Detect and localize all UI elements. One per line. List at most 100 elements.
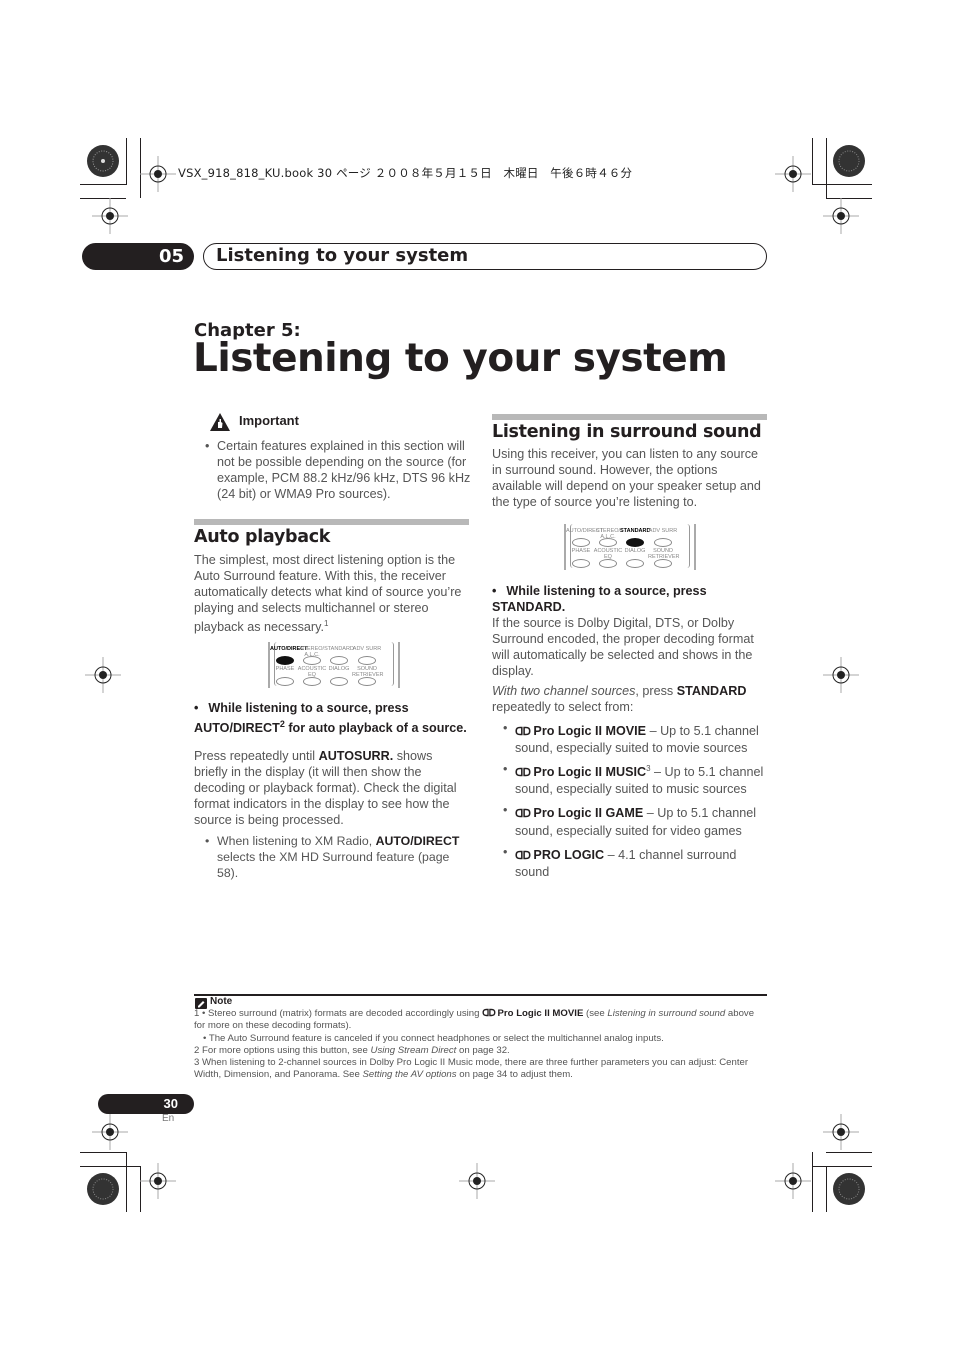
section-divider-bar (492, 414, 767, 420)
listening-mode-item: ᗡᗞ PRO LOGIC – 4.1 channel surround soun… (501, 844, 769, 880)
remote-button (572, 559, 590, 568)
button-name: STANDARD (676, 684, 747, 698)
crop-line (826, 138, 827, 198)
mode-name: Pro Logic II MOVIE (533, 724, 647, 739)
dolby-logo-icon: ᗡᗞ (515, 767, 531, 780)
crosshair-mark-icon (823, 657, 859, 693)
section-heading-auto-playback: Auto playback (194, 527, 331, 547)
remote-button (330, 656, 348, 665)
section-heading-surround: Listening in surround sound (492, 422, 762, 442)
remote-button (654, 538, 672, 547)
remote-button (626, 538, 644, 547)
listening-mode-item: ᗡᗞ Pro Logic II GAME – Up to 5.1 channel… (501, 802, 769, 838)
note-heading: Note (194, 996, 767, 1009)
crop-line (126, 1152, 127, 1212)
page-number: 30 (98, 1094, 194, 1114)
bullet-dot: • (492, 584, 497, 598)
italic-text: With two channel sources (492, 684, 636, 698)
remote-button-label: STANDARD (324, 646, 354, 652)
section-divider-bar (194, 519, 469, 525)
text: 2 For more options using this button, se… (194, 1044, 371, 1056)
important-heading: Important (239, 413, 299, 428)
text: on page 34 to adjust them. (456, 1069, 573, 1081)
auto-playback-instruction: • While listening to a source, press AUTO… (194, 700, 469, 736)
instruction-text: While listening to a source, press STAND… (492, 584, 707, 614)
mode-name: Pro Logic II MOVIE (497, 1008, 584, 1020)
registration-star-icon (833, 1173, 865, 1205)
auto-playback-body: The simplest, most direct listening opti… (194, 552, 469, 635)
registration-star-icon (87, 145, 119, 177)
remote-button-label: DIALOG (328, 666, 350, 672)
crop-line (812, 184, 872, 185)
text: (see (583, 1008, 608, 1020)
crosshair-mark-icon (775, 156, 811, 192)
xm-radio-note: When listening to XM Radio, AUTO/DIRECT … (203, 833, 471, 881)
footnote-1a: 1 • Stereo surround (matrix) formats are… (194, 1008, 767, 1032)
remote-button (330, 677, 348, 686)
instruction-text: for auto playback of a source. (284, 721, 467, 736)
registration-star-icon (87, 1173, 119, 1205)
cross-reference[interactable]: Setting the AV options (363, 1069, 457, 1080)
crosshair-mark-icon (140, 156, 176, 192)
crosshair-mark-icon (92, 198, 128, 234)
remote-button (626, 559, 644, 568)
xm-radio-bullet: When listening to XM Radio, AUTO/DIRECT … (203, 833, 471, 881)
text: repeatedly to select from: (492, 700, 634, 714)
footnote-1b: • The Auto Surround feature is canceled … (203, 1032, 664, 1044)
remote-button (276, 677, 294, 686)
dolby-logo-icon: ᗡᗞ (515, 726, 531, 739)
remote-button (599, 538, 617, 547)
mode-name: Pro Logic II MUSIC (533, 765, 647, 780)
crosshair-mark-icon (775, 1163, 811, 1199)
text: on page 32. (456, 1044, 510, 1056)
important-bullet: Certain features explained in this secti… (203, 438, 471, 502)
crosshair-mark-icon (140, 1163, 176, 1199)
footnote-2: 2 For more options using this button, se… (194, 1045, 767, 1057)
dolby-logo-icon: ᗡᗞ (482, 1008, 496, 1020)
remote-button (599, 559, 617, 568)
bullet-dot: • (194, 701, 199, 715)
two-channel-intro: With two channel sources, press STANDARD… (492, 683, 767, 715)
note-pencil-icon (195, 998, 207, 1009)
crosshair-mark-icon (823, 1114, 859, 1150)
surround-body: Using this receiver, you can listen to a… (492, 447, 761, 509)
bullet-text: When listening to XM Radio, (217, 834, 376, 848)
text: 1 • Stereo surround (matrix) formats are… (194, 1008, 483, 1020)
cross-reference[interactable]: Using Stream Direct (371, 1045, 457, 1056)
crop-line (126, 138, 127, 184)
remote-button (303, 677, 321, 686)
surround-detail: If the source is Dolby Digital, DTS, or … (492, 616, 754, 678)
listening-mode-item: ᗡᗞ Pro Logic II MOVIE – Up to 5.1 channe… (501, 720, 769, 756)
cross-reference[interactable]: Listening in surround sound (607, 1008, 725, 1019)
crosshair-mark-icon (823, 198, 859, 234)
auto-playback-detail: Press repeatedly until AUTOSURR. shows b… (194, 748, 469, 828)
chapter-tab-title: Listening to your system (216, 245, 469, 266)
crop-line (812, 1152, 813, 1212)
display-label: AUTOSURR. (318, 749, 394, 763)
remote-button-label: AUTO/DIRECT (270, 646, 308, 652)
button-name: AUTO/DIRECT (375, 834, 460, 848)
remote-button (276, 656, 294, 665)
text: , press (635, 684, 677, 698)
bullet-text: selects the XM HD Surround feature (page… (217, 850, 450, 880)
dolby-logo-icon: ᗡᗞ (515, 849, 531, 862)
remote-button-label: ADV SURR (648, 528, 678, 534)
remote-button (358, 656, 376, 665)
registration-star-icon (833, 145, 865, 177)
dolby-logo-icon: ᗡᗞ (515, 808, 531, 821)
crop-line (812, 138, 813, 184)
crop-line (812, 1166, 872, 1167)
listening-mode-item: ᗡᗞ Pro Logic II MUSIC3 – Up to 5.1 chann… (501, 761, 769, 797)
crop-line (80, 1166, 140, 1167)
crosshair-mark-icon (92, 1114, 128, 1150)
footnote-3: 3 When listening to 2-channel sources in… (194, 1057, 767, 1081)
remote-button (358, 677, 376, 686)
crop-line (80, 1152, 127, 1153)
remote-buttons: AUTO/DIRECT STEREO/ A.L.C. STANDARD ADV SUR… (270, 644, 392, 688)
important-notes: Certain features explained in this secti… (203, 438, 471, 502)
note-heading-text: Note (210, 996, 233, 1007)
page-title: Listening to your system (193, 336, 728, 381)
remote-button-label: PHASE (571, 548, 591, 554)
crop-line (80, 184, 127, 185)
language-code: En (162, 1113, 175, 1124)
